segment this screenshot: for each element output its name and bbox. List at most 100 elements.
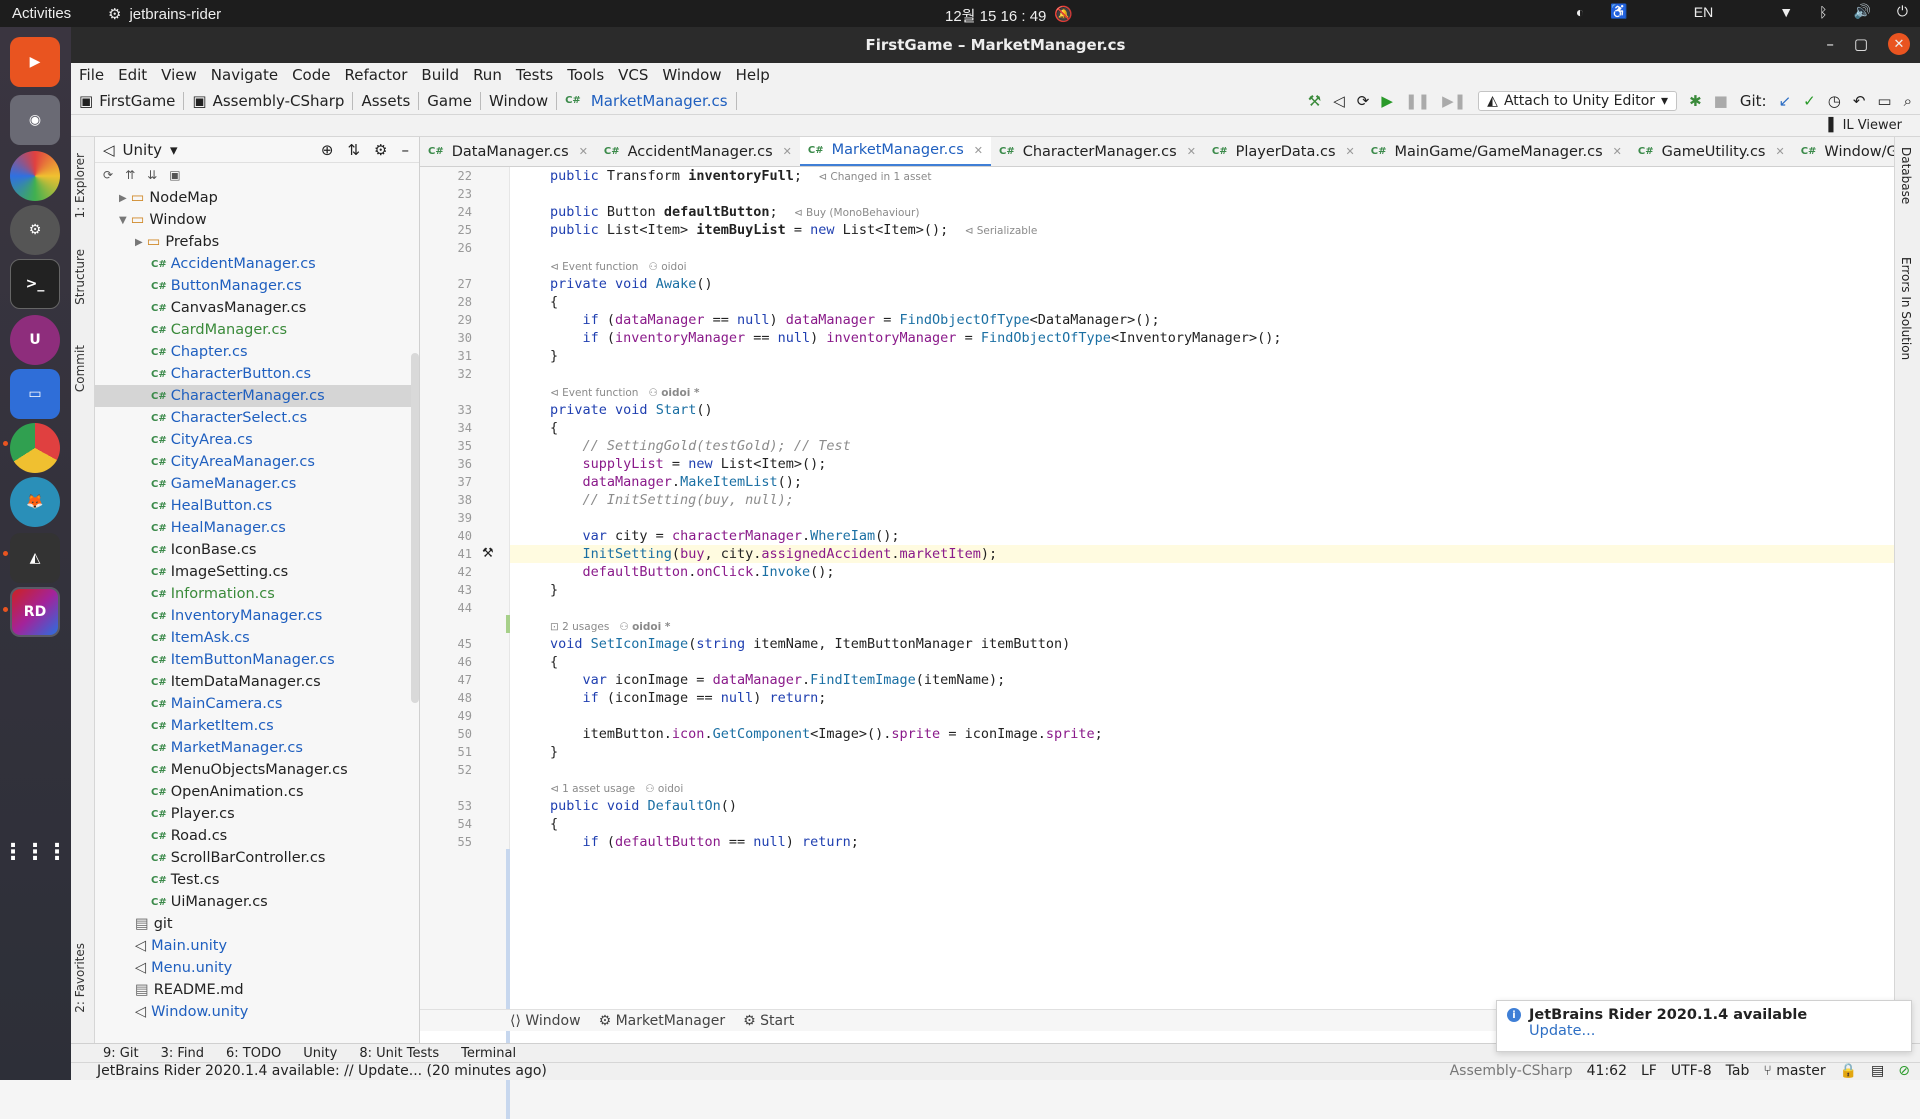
build-hammer-icon[interactable]: ⚒ bbox=[1308, 92, 1321, 110]
show-apps-icon[interactable]: ⋮⋮⋮ bbox=[2, 827, 68, 877]
attach-to-unity-dropdown[interactable]: ◭ Attach to Unity Editor ▾ bbox=[1478, 91, 1678, 111]
editor-tab[interactable]: C# DataManager.cs ✕ bbox=[420, 137, 596, 166]
editor-tab[interactable]: C# MainGame/GameManager.cs ✕ bbox=[1363, 137, 1630, 166]
tree-item[interactable]: C# CityArea.cs bbox=[95, 429, 419, 451]
close-icon[interactable]: ✕ bbox=[1888, 33, 1910, 55]
tree-item[interactable]: C# CharacterButton.cs bbox=[95, 363, 419, 385]
locate-icon[interactable]: ⊕ bbox=[321, 141, 334, 159]
menu-build[interactable]: Build bbox=[421, 66, 459, 84]
tab-database[interactable]: Database bbox=[1899, 147, 1913, 204]
code-line[interactable]: defaultButton.onClick.Invoke(); bbox=[550, 561, 835, 583]
tree-item[interactable]: C# ImageSetting.cs bbox=[95, 561, 419, 583]
breadcrumb-file[interactable]: C# MarketManager.cs bbox=[557, 91, 737, 110]
tab-favorites[interactable]: 2: Favorites bbox=[73, 943, 87, 1013]
chevron-down-icon[interactable]: ▾ bbox=[170, 141, 178, 159]
tree-item[interactable]: ◁ Menu.unity bbox=[95, 957, 419, 979]
app-menu[interactable]: ⚙ jetbrains-rider bbox=[108, 5, 221, 24]
code-line[interactable]: public List<Item> itemBuyList = new List… bbox=[550, 219, 1037, 241]
collapse-all-icon[interactable]: ⇊ bbox=[147, 168, 157, 182]
editor-tab[interactable]: C# PlayerData.cs ✕ bbox=[1204, 137, 1363, 166]
menu-edit[interactable]: Edit bbox=[118, 66, 147, 84]
code-line[interactable]: if (iconImage == null) return; bbox=[550, 687, 827, 709]
tree-item[interactable]: C# CityAreaManager.cs bbox=[95, 451, 419, 473]
line-number[interactable]: 55 bbox=[420, 831, 472, 853]
close-tab-icon[interactable]: ✕ bbox=[974, 144, 983, 157]
status-line-separator[interactable]: LF bbox=[1641, 1063, 1657, 1079]
code-line[interactable]: if (defaultButton == null) return; bbox=[550, 831, 859, 853]
chevron-right-icon[interactable]: ▶ bbox=[135, 237, 143, 248]
close-tab-icon[interactable]: ✕ bbox=[783, 145, 792, 158]
step-icon[interactable]: ▶❚ bbox=[1442, 92, 1466, 110]
code-line[interactable]: } bbox=[550, 345, 558, 367]
tree-item[interactable]: C# HealButton.cs bbox=[95, 495, 419, 517]
tree-item[interactable]: C# CardManager.cs bbox=[95, 319, 419, 341]
tree-item[interactable]: C# InventoryManager.cs bbox=[95, 605, 419, 627]
color-app-icon[interactable] bbox=[10, 151, 60, 201]
run-icon[interactable]: ▶ bbox=[1381, 92, 1393, 110]
tool-find[interactable]: 3: Find bbox=[161, 1046, 204, 1061]
tree-item[interactable]: C# Chapter.cs bbox=[95, 341, 419, 363]
menu-run[interactable]: Run bbox=[473, 66, 502, 84]
tab-errors-in-solution[interactable]: Errors In Solution bbox=[1899, 257, 1913, 360]
unity-play-icon[interactable]: ◁ bbox=[1333, 92, 1345, 110]
minimize-icon[interactable]: – bbox=[1826, 35, 1834, 53]
rider-icon[interactable]: RD bbox=[10, 587, 60, 637]
tool-unity[interactable]: Unity bbox=[303, 1046, 337, 1061]
tree-item[interactable]: C# Information.cs bbox=[95, 583, 419, 605]
refresh-tree-icon[interactable]: ⟳ bbox=[103, 168, 113, 182]
editor-tab[interactable]: C# CharacterManager.cs ✕ bbox=[991, 137, 1204, 166]
expand-all-icon[interactable]: ⇈ bbox=[125, 168, 135, 182]
tree-item[interactable]: C# IconBase.cs bbox=[95, 539, 419, 561]
tree-item[interactable]: C# ScrollBarController.cs bbox=[95, 847, 419, 869]
tree-item[interactable]: ▼ ▭ Window bbox=[95, 209, 419, 231]
files-icon[interactable]: ▭ bbox=[10, 369, 60, 419]
tree-item[interactable]: ▤ README.md bbox=[95, 979, 419, 1001]
close-tab-icon[interactable]: ✕ bbox=[579, 145, 588, 158]
status-project[interactable]: Assembly-CSharp bbox=[1450, 1063, 1573, 1079]
hide-icon[interactable]: – bbox=[402, 141, 410, 159]
tree-item[interactable]: C# Player.cs bbox=[95, 803, 419, 825]
unity-icon[interactable]: ◭ bbox=[10, 533, 60, 583]
gear-icon[interactable]: ⚙ bbox=[374, 141, 387, 159]
update-notification[interactable]: i JetBrains Rider 2020.1.4 available Upda… bbox=[1496, 1000, 1912, 1052]
terminal-icon[interactable]: >_ bbox=[10, 259, 60, 309]
editor-tab[interactable]: C# GameUtility.cs ✕ bbox=[1630, 137, 1793, 166]
tree-item[interactable]: C# MarketManager.cs bbox=[95, 737, 419, 759]
status-indent[interactable]: Tab bbox=[1726, 1063, 1750, 1079]
menu-file[interactable]: File bbox=[79, 66, 104, 84]
tree-item[interactable]: ▤ git bbox=[95, 913, 419, 935]
code-line[interactable]: public void DefaultOn() bbox=[550, 795, 737, 817]
tree-item[interactable]: C# ItemAsk.cs bbox=[95, 627, 419, 649]
ubuntu-software-icon[interactable]: U bbox=[10, 315, 60, 365]
clock[interactable]: 12월 15 16 : 49 🔕 bbox=[945, 5, 1073, 26]
search-icon[interactable]: ⌕ bbox=[1904, 92, 1912, 110]
breadcrumb-window[interactable]: Window bbox=[481, 91, 558, 110]
code-line[interactable]: itemButton.icon.GetComponent<Image>().sp… bbox=[550, 723, 1103, 745]
tree-item[interactable]: C# CharacterManager.cs bbox=[95, 385, 419, 407]
pause-icon[interactable]: ❚❚ bbox=[1405, 92, 1430, 110]
git-update-icon[interactable]: ↙ bbox=[1779, 92, 1792, 110]
tree-item[interactable]: C# Road.cs bbox=[95, 825, 419, 847]
line-number[interactable]: 52 bbox=[420, 759, 472, 781]
inspection-ok-icon[interactable]: ⊘ bbox=[1898, 1063, 1910, 1079]
tree-item[interactable]: ◁ Window.unity bbox=[95, 1001, 419, 1023]
debug-bug-icon[interactable]: ✱ bbox=[1689, 92, 1702, 110]
code-line[interactable]: void SetIconImage(string itemName, ItemB… bbox=[550, 633, 1070, 655]
tree-item[interactable]: C# MenuObjectsManager.cs bbox=[95, 759, 419, 781]
tree-item[interactable]: ◁ Main.unity bbox=[95, 935, 419, 957]
crumb-class-window[interactable]: ⟨⟩ Window bbox=[510, 1013, 581, 1029]
breadcrumb-assembly[interactable]: ▣ Assembly-CSharp bbox=[184, 91, 354, 110]
line-number[interactable]: 26 bbox=[420, 237, 472, 259]
tool-git[interactable]: 9: Git bbox=[103, 1046, 139, 1061]
code-line[interactable]: } bbox=[550, 741, 558, 763]
stop-icon[interactable]: ■ bbox=[1714, 92, 1728, 110]
tree-scrollbar[interactable] bbox=[411, 353, 419, 703]
tree-item[interactable]: C# ItemDataManager.cs bbox=[95, 671, 419, 693]
menu-navigate[interactable]: Navigate bbox=[211, 66, 278, 84]
menu-code[interactable]: Code bbox=[292, 66, 330, 84]
explorer-root-selector[interactable]: Unity bbox=[123, 141, 162, 159]
chevron-right-icon[interactable]: ▶ bbox=[119, 193, 127, 204]
code-line[interactable]: private void Start() bbox=[550, 399, 713, 421]
tree-item[interactable]: C# UiManager.cs bbox=[95, 891, 419, 913]
menu-vcs[interactable]: VCS bbox=[618, 66, 648, 84]
